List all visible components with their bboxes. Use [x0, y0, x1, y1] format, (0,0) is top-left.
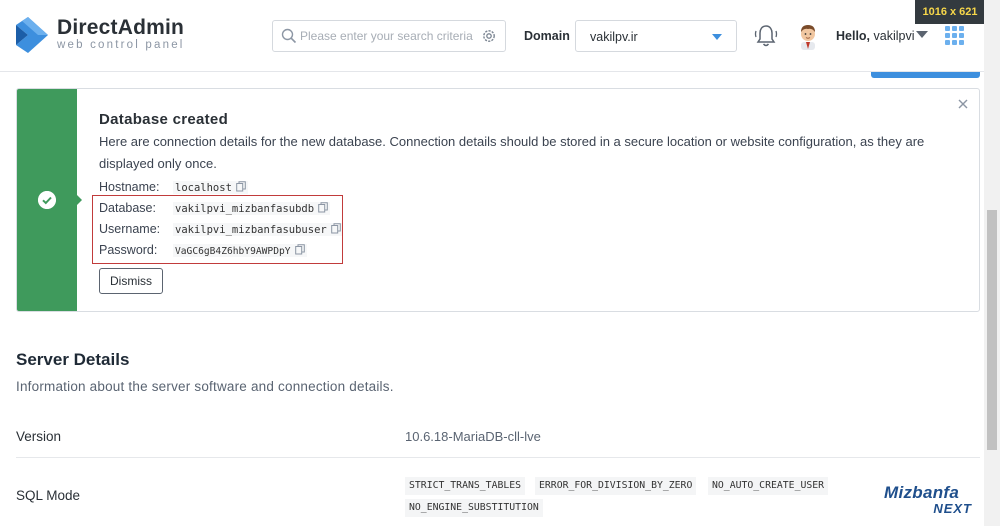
check-icon — [38, 191, 56, 209]
alert-status-bar — [17, 89, 82, 311]
domain-label: Domain — [524, 29, 570, 43]
avatar-icon[interactable] — [795, 22, 821, 50]
top-header: DirectAdmin web control panel Domain vak… — [0, 0, 984, 72]
chevron-down-icon — [712, 34, 722, 40]
alert-pointer — [77, 195, 82, 205]
logo-name: DirectAdmin — [57, 16, 185, 39]
server-details-title: Server Details — [16, 350, 130, 369]
sql-mode-tag: NO_ENGINE_SUBSTITUTION — [405, 499, 543, 517]
copy-icon[interactable] — [236, 181, 246, 192]
search-icon — [281, 28, 297, 44]
gear-icon[interactable] — [481, 28, 497, 44]
database-created-alert: Database created Here are connection det… — [16, 88, 980, 312]
sql-mode-label: SQL Mode — [16, 488, 81, 503]
page-scrollbar[interactable] — [984, 0, 1000, 526]
sql-mode-tag: ERROR_FOR_DIVISION_BY_ZERO — [535, 477, 697, 495]
sql-mode-tag: STRICT_TRANS_TABLES — [405, 477, 526, 495]
scrollbar-thumb[interactable] — [987, 210, 997, 450]
user-greeting[interactable]: Hello, vakilpvi — [836, 29, 915, 43]
server-details-subtitle: Information about the server software an… — [16, 379, 394, 394]
credentials-highlight-box — [92, 195, 343, 264]
user-menu-chevron-icon[interactable] — [916, 31, 928, 38]
search-input[interactable] — [300, 25, 480, 47]
hostname-value: localhost — [173, 181, 248, 194]
row-divider — [16, 457, 980, 458]
domain-value: vakilpv.ir — [590, 30, 638, 44]
alert-description: Here are connection details for the new … — [99, 134, 925, 171]
action-button-edge[interactable] — [871, 72, 980, 78]
domain-select[interactable]: vakilpv.ir — [575, 20, 737, 52]
watermark-top: Mizbanfa — [884, 483, 960, 502]
alert-title: Database created — [99, 111, 229, 128]
dismiss-button[interactable]: Dismiss — [99, 268, 163, 294]
hostname-label: Hostname: — [99, 180, 160, 194]
mizbanfa-watermark: Mizbanfa NEXT — [884, 483, 976, 517]
version-value: 10.6.18-MariaDB-cll-lve — [405, 429, 541, 444]
search-box — [272, 20, 506, 52]
bell-icon[interactable] — [754, 23, 778, 49]
user-name: vakilpvi — [873, 29, 915, 43]
sql-mode-tag: NO_AUTO_CREATE_USER — [708, 477, 829, 495]
hello-prefix: Hello, — [836, 29, 871, 43]
logo-text[interactable]: DirectAdmin web control panel — [57, 17, 185, 52]
directadmin-logo-icon[interactable] — [14, 15, 50, 55]
logo-subtitle: web control panel — [57, 39, 185, 51]
version-label: Version — [16, 429, 62, 444]
apps-grid-icon[interactable] — [945, 26, 964, 45]
close-icon[interactable] — [957, 98, 969, 110]
screenshot-size-badge: 1016 x 621 — [915, 0, 985, 24]
watermark-bottom: NEXT — [933, 501, 972, 516]
